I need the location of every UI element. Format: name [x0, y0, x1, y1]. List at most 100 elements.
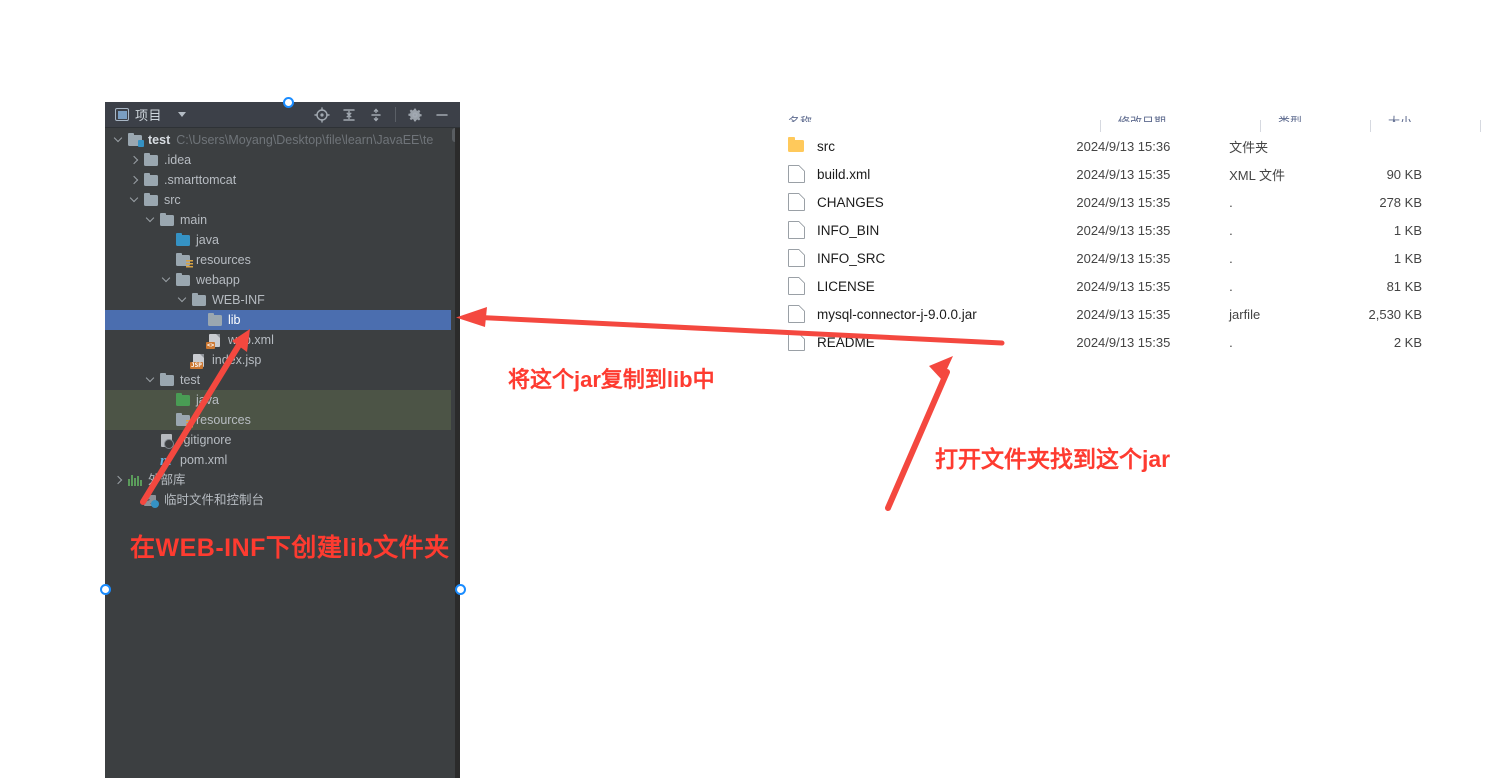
chevron-down-icon[interactable] [129, 194, 141, 206]
chevron-down-icon[interactable] [113, 134, 125, 146]
explorer-row-name-cell[interactable]: CHANGES [760, 193, 1076, 211]
chevron-down-icon[interactable] [178, 112, 187, 117]
explorer-row[interactable]: mysql-connector-j-9.0.0.jar 2024/9/13 15:… [760, 300, 1440, 328]
toolbar-divider [395, 107, 396, 122]
column-divider[interactable] [1480, 120, 1481, 132]
tree-row-pom.xml[interactable]: m pom.xml [105, 450, 460, 470]
tree-row-[interactable]: >_ 临时文件和控制台 [105, 490, 460, 510]
tree-row-test[interactable]: test [105, 370, 460, 390]
explorer-row-name-cell[interactable]: mysql-connector-j-9.0.0.jar [760, 305, 1076, 323]
panel-right-edge [455, 128, 460, 778]
tree-row-.gitignore[interactable]: .gitignore [105, 430, 460, 450]
folder-icon [143, 172, 159, 188]
explorer-file-type: . [1229, 250, 1233, 266]
folder-icon [788, 137, 805, 155]
project-panel-title: 项目 [135, 108, 163, 123]
tree-row-label: .smarttomcat [164, 173, 237, 187]
tree-row-index.jsp[interactable]: JSP index.jsp [105, 350, 460, 370]
column-divider[interactable] [1260, 120, 1261, 132]
folder-icon [143, 192, 159, 208]
column-header[interactable]: 修改日期 [1118, 113, 1166, 122]
tree-row-.smarttomcat[interactable]: .smarttomcat [105, 170, 460, 190]
explorer-file-size: 2,530 KB [1368, 306, 1423, 322]
tree-row-java[interactable]: java [105, 230, 460, 250]
gitignore-file-icon [159, 432, 175, 449]
file-icon [788, 333, 805, 351]
explorer-file-date: 2024/9/13 15:35 [1076, 166, 1171, 182]
annotation-create-lib: 在WEB-INF下创建lib文件夹 [130, 534, 450, 562]
explorer-row[interactable]: build.xml 2024/9/13 15:35 XML 文件 90 KB [760, 160, 1440, 188]
tree-row-resources[interactable]: resources [105, 250, 460, 270]
project-folder-icon [127, 132, 144, 148]
column-divider[interactable] [1370, 120, 1371, 132]
chevron-down-icon[interactable] [161, 274, 173, 286]
tree-row-[interactable]: 外部库 [105, 470, 460, 490]
explorer-row-name-cell[interactable]: README [760, 333, 1076, 351]
crop-handle-top[interactable] [283, 97, 294, 108]
tree-row-src[interactable]: src [105, 190, 460, 210]
tree-row-WEB-INF[interactable]: WEB-INF [105, 290, 460, 310]
tree-row-label: 外部库 [148, 473, 186, 487]
explorer-row-name-cell[interactable]: src [760, 137, 1076, 155]
explorer-file-type: XML 文件 [1229, 167, 1285, 183]
explorer-row[interactable]: INFO_BIN 2024/9/13 15:35. 1 KB [760, 216, 1440, 244]
explorer-row[interactable]: INFO_SRC 2024/9/13 15:35. 1 KB [760, 244, 1440, 272]
explorer-row-name-cell[interactable]: LICENSE [760, 277, 1076, 295]
expand-all-icon[interactable] [368, 107, 384, 123]
explorer-file-name: src [817, 138, 835, 154]
explorer-row[interactable]: LICENSE 2024/9/13 15:35. 81 KB [760, 272, 1440, 300]
collapse-all-icon[interactable] [341, 107, 357, 123]
explorer-row-name-cell[interactable]: build.xml [760, 165, 1076, 183]
locate-target-icon[interactable] [314, 106, 330, 123]
explorer-row[interactable]: src 2024/9/13 15:36 文件夹 [760, 132, 1440, 160]
tree-row-label: 临时文件和控制台 [164, 493, 265, 507]
tree-row-main[interactable]: main [105, 210, 460, 230]
explorer-row[interactable]: README 2024/9/13 15:35. 2 KB [760, 328, 1440, 356]
chevron-right-icon[interactable] [129, 174, 141, 186]
tree-row-label: webapp [196, 273, 240, 287]
tree-row-test[interactable]: test C:\Users\Moyang\Desktop\file\learn\J… [105, 130, 460, 150]
explorer-row-name-cell[interactable]: INFO_SRC [760, 249, 1076, 267]
column-header[interactable]: 大小 [1388, 113, 1412, 122]
project-panel-title-group[interactable]: 项目 [115, 105, 187, 124]
chevron-right-icon[interactable] [113, 474, 125, 486]
crop-handle-bottom-right[interactable] [455, 584, 466, 595]
chevron-right-icon[interactable] [129, 154, 141, 166]
minimize-icon[interactable] [434, 107, 450, 123]
explorer-file-size: 1 KB [1393, 222, 1422, 238]
file-explorer-list[interactable]: 名称 修改日期 类型 大小 src 2024/9/13 15:36 文件夹 build.xm… [760, 115, 1481, 388]
tree-row-web.xml[interactable]: <> web.xml [105, 330, 460, 350]
column-header[interactable]: 名称 [788, 113, 812, 122]
tree-row-label: src [164, 193, 181, 207]
screenshot-stage: 项目 test C:\Users\Moyang\Desktop\file\lea… [0, 0, 1511, 778]
tree-row-label: pom.xml [180, 453, 228, 467]
explorer-file-name: LICENSE [817, 278, 875, 294]
chevron-down-icon[interactable] [177, 294, 189, 306]
explorer-row-name-cell[interactable]: INFO_BIN [760, 221, 1076, 239]
explorer-rows-container[interactable]: src 2024/9/13 15:36 文件夹 build.xml 2024/9/13 … [760, 132, 1440, 356]
explorer-row[interactable]: CHANGES 2024/9/13 15:35. 278 KB [760, 188, 1440, 216]
crop-handle-bottom-left[interactable] [100, 584, 111, 595]
explorer-file-name: mysql-connector-j-9.0.0.jar [817, 306, 977, 322]
tree-row-label: web.xml [228, 333, 274, 347]
folder-icon [191, 292, 207, 308]
project-tree[interactable]: test C:\Users\Moyang\Desktop\file\learn\J… [105, 128, 460, 510]
tree-row-resources[interactable]: resources [105, 410, 460, 430]
tree-row-.idea[interactable]: .idea [105, 150, 460, 170]
folder-icon [159, 372, 175, 388]
tree-row-webapp[interactable]: webapp [105, 270, 460, 290]
chevron-down-icon[interactable] [145, 214, 157, 226]
tree-row-lib[interactable]: lib [105, 310, 460, 330]
project-window-icon [115, 108, 129, 121]
column-divider[interactable] [1100, 120, 1101, 132]
settings-gear-icon[interactable] [407, 107, 423, 123]
column-header[interactable]: 类型 [1278, 113, 1302, 122]
explorer-column-headers[interactable]: 名称 修改日期 类型 大小 [760, 115, 1481, 132]
tree-row-java[interactable]: java [105, 390, 460, 410]
chevron-down-icon[interactable] [145, 374, 157, 386]
